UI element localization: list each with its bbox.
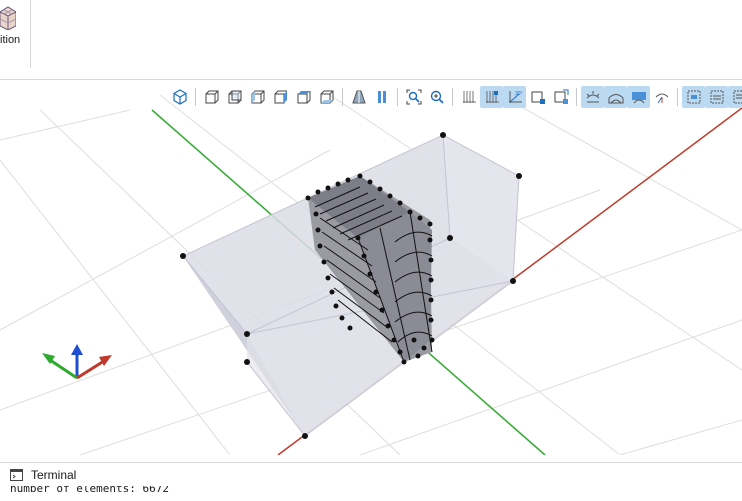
zoom-fit-icon[interactable] (402, 86, 425, 108)
shading-hidden-icon[interactable] (604, 86, 627, 108)
shading-solid-icon[interactable] (627, 86, 650, 108)
view-back-icon[interactable] (223, 86, 246, 108)
toolbar-separator (677, 88, 678, 106)
scene-canvas[interactable] (0, 81, 742, 455)
view-left-icon[interactable] (246, 86, 269, 108)
view-bottom-icon[interactable] (315, 86, 338, 108)
grid-icon[interactable] (457, 86, 480, 108)
ribbon-partition-button[interactable]: ition (0, 0, 31, 68)
view-front-icon[interactable] (200, 86, 223, 108)
toolbar-separator (576, 88, 577, 106)
toolbar-separator (452, 88, 453, 106)
3d-viewport[interactable] (0, 81, 742, 455)
zoom-window-icon[interactable] (425, 86, 448, 108)
toolbar-separator (342, 88, 343, 106)
terminal-output-line: number of elements: 6672 (10, 486, 169, 495)
view-iso-icon[interactable] (168, 86, 191, 108)
toolbar-separator (397, 88, 398, 106)
clipping-icon[interactable] (650, 86, 673, 108)
section-plane-icon[interactable] (549, 86, 572, 108)
angle-snap-icon[interactable]: 30° (503, 86, 526, 108)
terminal-title: Terminal (31, 468, 77, 482)
display-option-3-icon[interactable] (728, 86, 742, 108)
terminal-icon (10, 469, 23, 481)
ribbon: ition (0, 0, 742, 80)
orthographic-icon[interactable] (370, 86, 393, 108)
geometry-cube-icon (0, 6, 16, 30)
terminal-output[interactable]: number of elements: 6672 (0, 486, 742, 501)
grid-snap-icon[interactable] (480, 86, 503, 108)
view-toolbar: 30° (168, 85, 742, 109)
shading-wire-icon[interactable] (581, 86, 604, 108)
view-right-icon[interactable] (269, 86, 292, 108)
selection-box-icon[interactable] (526, 86, 549, 108)
terminal-panel-header[interactable]: Terminal (0, 462, 742, 486)
toolbar-separator (195, 88, 196, 106)
display-option-2-icon[interactable] (705, 86, 728, 108)
ribbon-button-label: ition (0, 34, 21, 46)
view-top-icon[interactable] (292, 86, 315, 108)
perspective-icon[interactable] (347, 86, 370, 108)
svg-text:30°: 30° (515, 91, 523, 97)
display-option-1-icon[interactable] (682, 86, 705, 108)
